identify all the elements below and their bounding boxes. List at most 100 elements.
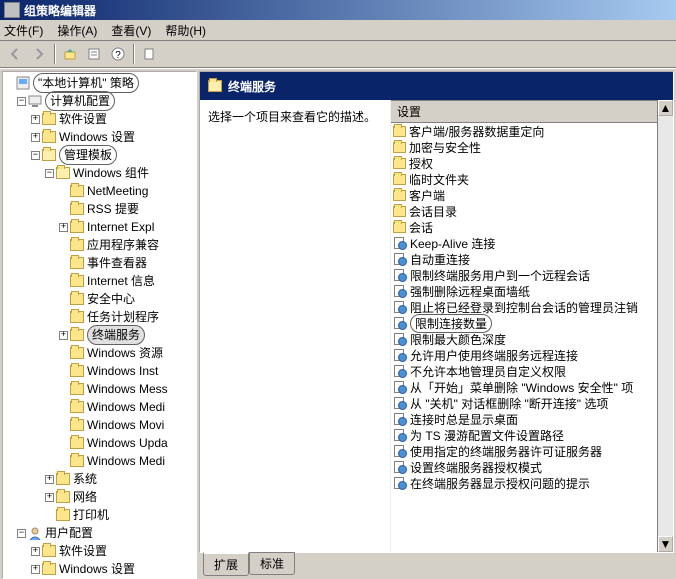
tree[interactable]: "本地计算机" 策略 − 计算机配置 +软件设置 +Windows 设置 −管理… bbox=[3, 72, 196, 578]
tab-extended[interactable]: 扩展 bbox=[203, 552, 249, 576]
setting-item[interactable]: 强制删除远程桌面墙纸 bbox=[391, 283, 673, 299]
setting-label: 客户端/服务器数据重定向 bbox=[409, 123, 544, 140]
folder-icon bbox=[70, 455, 84, 467]
scroll-track[interactable] bbox=[658, 116, 673, 536]
setting-label: 会话目录 bbox=[409, 203, 457, 220]
expander-icon[interactable]: − bbox=[17, 97, 26, 106]
content-area: "本地计算机" 策略 − 计算机配置 +软件设置 +Windows 设置 −管理… bbox=[0, 68, 676, 577]
refresh-button[interactable] bbox=[138, 43, 160, 65]
tree-item[interactable]: Windows Movi bbox=[87, 416, 164, 434]
tree-item[interactable]: Windows 设置 bbox=[59, 560, 135, 578]
folder-icon bbox=[70, 293, 84, 305]
back-button[interactable] bbox=[4, 43, 26, 65]
tree-item[interactable]: NetMeeting bbox=[87, 182, 148, 200]
setting-item[interactable]: 限制最大颜色深度 bbox=[391, 331, 673, 347]
tree-item[interactable]: 事件查看器 bbox=[87, 254, 147, 272]
tree-item[interactable]: Windows Inst bbox=[87, 362, 158, 380]
setting-item[interactable]: 会话目录 bbox=[391, 203, 673, 219]
policy-root-icon bbox=[16, 76, 30, 90]
setting-item[interactable]: 阻止将已经登录到控制台会话的管理员注销 bbox=[391, 299, 673, 315]
properties-button[interactable] bbox=[83, 43, 105, 65]
folder-icon bbox=[70, 401, 84, 413]
tree-item[interactable]: 任务计划程序 bbox=[87, 308, 159, 326]
setting-item[interactable]: 在终端服务器显示授权问题的提示 bbox=[391, 475, 673, 491]
column-header-setting[interactable]: 设置 bbox=[391, 100, 673, 123]
setting-item[interactable]: 加密与安全性 bbox=[391, 139, 673, 155]
tree-root[interactable]: "本地计算机" 策略 bbox=[33, 73, 139, 93]
setting-item[interactable]: 连接时总是显示桌面 bbox=[391, 411, 673, 427]
setting-item[interactable]: Keep-Alive 连接 bbox=[391, 235, 673, 251]
setting-item[interactable]: 自动重连接 bbox=[391, 251, 673, 267]
tree-item[interactable]: 计算机配置 bbox=[45, 91, 115, 111]
expander-icon[interactable]: + bbox=[31, 565, 40, 574]
folder-icon bbox=[56, 473, 70, 485]
tree-item[interactable]: 软件设置 bbox=[59, 110, 107, 128]
setting-item[interactable]: 限制连接数量 bbox=[391, 315, 673, 331]
tree-item[interactable]: 打印机 bbox=[73, 506, 109, 524]
folder-icon bbox=[393, 174, 406, 185]
tree-item[interactable]: 安全中心 bbox=[87, 290, 135, 308]
expander-icon[interactable]: − bbox=[45, 169, 54, 178]
tree-item[interactable]: Windows Medi bbox=[87, 398, 165, 416]
tree-item[interactable]: Windows Mess bbox=[87, 380, 168, 398]
tab-standard[interactable]: 标准 bbox=[249, 552, 295, 575]
vertical-scrollbar[interactable]: ▲ ▼ bbox=[657, 100, 673, 552]
setting-item[interactable]: 从 "关机" 对话框删除 "断开连接" 选项 bbox=[391, 395, 673, 411]
up-button[interactable] bbox=[59, 43, 81, 65]
tree-item[interactable]: Windows 设置 bbox=[59, 128, 135, 146]
expander-icon[interactable]: + bbox=[45, 493, 54, 502]
tree-item-selected[interactable]: 终端服务 bbox=[87, 325, 145, 345]
description-text: 选择一个项目来查看它的描述。 bbox=[208, 110, 376, 124]
setting-item[interactable]: 授权 bbox=[391, 155, 673, 171]
forward-button[interactable] bbox=[28, 43, 50, 65]
setting-item[interactable]: 不允许本地管理员自定义权限 bbox=[391, 363, 673, 379]
folder-icon bbox=[42, 545, 56, 557]
setting-item[interactable]: 限制终端服务用户到一个远程会话 bbox=[391, 267, 673, 283]
app-icon bbox=[4, 2, 20, 18]
menu-help[interactable]: 帮助(H) bbox=[165, 22, 206, 39]
setting-item[interactable]: 使用指定的终端服务器许可证服务器 bbox=[391, 443, 673, 459]
settings-list[interactable]: 客户端/服务器数据重定向加密与安全性授权临时文件夹客户端会话目录会话Keep-A… bbox=[391, 123, 673, 552]
expander-icon[interactable]: − bbox=[17, 529, 26, 538]
help-button[interactable]: ? bbox=[107, 43, 129, 65]
tree-item[interactable]: Windows Medi bbox=[87, 452, 165, 470]
expander-icon[interactable]: + bbox=[45, 475, 54, 484]
setting-item[interactable]: 为 TS 漫游配置文件设置路径 bbox=[391, 427, 673, 443]
expander-icon[interactable]: + bbox=[59, 331, 68, 340]
menu-file[interactable]: 文件(F) bbox=[4, 22, 43, 39]
policy-icon bbox=[393, 284, 407, 298]
tree-item[interactable]: Internet Expl bbox=[87, 218, 154, 236]
expander-icon[interactable]: + bbox=[31, 133, 40, 142]
tree-item[interactable]: 系统 bbox=[73, 470, 97, 488]
setting-item[interactable]: 从「开始」菜单删除 "Windows 安全性" 项 bbox=[391, 379, 673, 395]
setting-item[interactable]: 允许用户使用终端服务远程连接 bbox=[391, 347, 673, 363]
tree-item[interactable]: Windows Upda bbox=[87, 434, 168, 452]
tree-item[interactable]: 网络 bbox=[73, 488, 97, 506]
scroll-up-icon[interactable]: ▲ bbox=[658, 100, 673, 116]
tree-item[interactable]: 用户配置 bbox=[45, 524, 93, 542]
expander-icon[interactable]: − bbox=[31, 151, 40, 160]
description-pane: 选择一个项目来查看它的描述。 bbox=[200, 100, 390, 552]
expander-icon[interactable]: + bbox=[59, 223, 68, 232]
tree-item[interactable]: Windows 组件 bbox=[73, 164, 149, 182]
tree-item[interactable]: 应用程序兼容 bbox=[87, 236, 159, 254]
expander-icon[interactable]: + bbox=[31, 547, 40, 556]
tree-item[interactable]: 软件设置 bbox=[59, 542, 107, 560]
tree-item[interactable]: Internet 信息 bbox=[87, 272, 155, 290]
folder-icon bbox=[70, 275, 84, 287]
setting-item[interactable]: 设置终端服务器授权模式 bbox=[391, 459, 673, 475]
setting-item[interactable]: 临时文件夹 bbox=[391, 171, 673, 187]
setting-item[interactable]: 客户端/服务器数据重定向 bbox=[391, 123, 673, 139]
menu-action[interactable]: 操作(A) bbox=[57, 22, 97, 39]
folder-icon bbox=[70, 383, 84, 395]
tree-item[interactable]: RSS 提要 bbox=[87, 200, 139, 218]
tree-item[interactable]: 管理模板 bbox=[59, 145, 117, 165]
setting-item[interactable]: 会话 bbox=[391, 219, 673, 235]
setting-label: 自动重连接 bbox=[410, 251, 470, 268]
folder-icon bbox=[70, 419, 84, 431]
tree-item[interactable]: Windows 资源 bbox=[87, 344, 163, 362]
setting-item[interactable]: 客户端 bbox=[391, 187, 673, 203]
scroll-down-icon[interactable]: ▼ bbox=[658, 536, 673, 552]
expander-icon[interactable]: + bbox=[31, 115, 40, 124]
menu-view[interactable]: 查看(V) bbox=[111, 22, 151, 39]
